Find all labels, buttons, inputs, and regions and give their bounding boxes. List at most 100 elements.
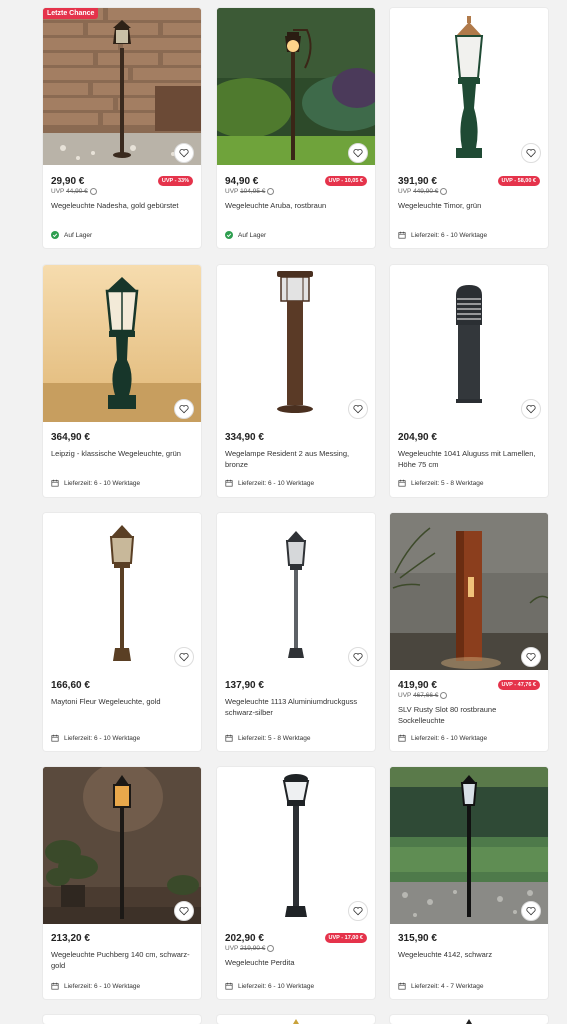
calendar-icon bbox=[225, 479, 233, 487]
product-image[interactable] bbox=[43, 265, 201, 422]
discount-badge: UVP - 17,00 € bbox=[324, 933, 367, 943]
heart-icon bbox=[179, 906, 189, 916]
product-card[interactable]: 334,90 € Wegelampe Resident 2 aus Messin… bbox=[217, 265, 375, 497]
product-image[interactable] bbox=[217, 513, 375, 670]
wishlist-button[interactable] bbox=[348, 647, 368, 667]
calendar-icon bbox=[398, 231, 406, 239]
product-title[interactable]: Wegeleuchte 1113 Aluminiumdruckguss schw… bbox=[225, 696, 367, 718]
product-title[interactable]: Wegeleuchte Perdita bbox=[225, 957, 367, 968]
heart-icon bbox=[353, 148, 363, 158]
product-title[interactable]: Wegeleuchte Nadesha, gold gebürstet bbox=[51, 200, 193, 211]
price: 204,90 € bbox=[398, 432, 437, 443]
product-image bbox=[466, 1019, 472, 1024]
product-card[interactable] bbox=[43, 1015, 201, 1024]
calendar-icon bbox=[51, 982, 59, 990]
calendar-icon bbox=[398, 734, 406, 742]
product-card[interactable]: 94,90 € UVP 104,95 € UVP - 10,05 € Wegel… bbox=[217, 8, 375, 248]
product-card[interactable] bbox=[390, 1015, 548, 1024]
availability: Auf Lager bbox=[225, 231, 266, 239]
product-image bbox=[293, 1019, 299, 1024]
availability: Lieferzeit: 4 - 7 Werktage bbox=[398, 982, 484, 990]
product-image[interactable] bbox=[390, 265, 548, 422]
product-card[interactable]: 137,90 € Wegeleuchte 1113 Aluminiumdruck… bbox=[217, 513, 375, 751]
heart-icon bbox=[353, 652, 363, 662]
heart-icon bbox=[179, 404, 189, 414]
heart-icon bbox=[526, 652, 536, 662]
info-icon[interactable] bbox=[89, 188, 97, 195]
uvp-price: UVP 219,90 € bbox=[225, 945, 367, 952]
info-icon[interactable] bbox=[267, 945, 275, 952]
product-title[interactable]: Leipzig - klassische Wegeleuchte, grün bbox=[51, 448, 193, 459]
product-image[interactable] bbox=[43, 767, 201, 924]
wishlist-button[interactable] bbox=[348, 143, 368, 163]
uvp-price: UVP 449,90 € bbox=[398, 188, 540, 195]
product-card[interactable]: Letzte Chance 29,90 € UVP 44,90 € UVP - … bbox=[43, 8, 201, 248]
price: 315,90 € bbox=[398, 933, 437, 944]
wishlist-button[interactable] bbox=[521, 647, 541, 667]
heart-icon bbox=[526, 404, 536, 414]
wishlist-button[interactable] bbox=[174, 901, 194, 921]
product-image[interactable] bbox=[390, 513, 548, 670]
calendar-icon bbox=[225, 982, 233, 990]
info-icon[interactable] bbox=[267, 188, 275, 195]
uvp-price: UVP 104,95 € bbox=[225, 188, 367, 195]
uvp-price: UVP 467,66 € bbox=[398, 692, 540, 699]
product-title[interactable]: Wegeleuchte Puchberg 140 cm, schwarz-gol… bbox=[51, 949, 193, 971]
price: 334,90 € bbox=[225, 432, 264, 443]
availability: Lieferzeit: 6 - 10 Werktage bbox=[225, 479, 314, 487]
product-card[interactable] bbox=[217, 1015, 375, 1024]
product-card[interactable]: 202,90 € UVP 219,90 € UVP - 17,00 € Wege… bbox=[217, 767, 375, 999]
product-image[interactable] bbox=[43, 8, 201, 165]
heart-icon bbox=[353, 404, 363, 414]
discount-badge: UVP - 47,76 € bbox=[497, 680, 540, 690]
availability: Lieferzeit: 6 - 10 Werktage bbox=[225, 982, 314, 990]
wishlist-button[interactable] bbox=[521, 399, 541, 419]
discount-badge: UVP - 58,00 € bbox=[497, 176, 540, 186]
wishlist-button[interactable] bbox=[174, 143, 194, 163]
heart-icon bbox=[526, 906, 536, 916]
price: 137,90 € bbox=[225, 680, 264, 691]
info-icon[interactable] bbox=[440, 692, 448, 699]
product-image[interactable] bbox=[217, 767, 375, 924]
product-title[interactable]: Wegelampe Resident 2 aus Messing, bronze bbox=[225, 448, 367, 470]
product-card[interactable]: 315,90 € Wegeleuchte 4142, schwarz Liefe… bbox=[390, 767, 548, 999]
wishlist-button[interactable] bbox=[521, 143, 541, 163]
product-image[interactable] bbox=[43, 513, 201, 670]
wishlist-button[interactable] bbox=[174, 399, 194, 419]
price: 166,60 € bbox=[51, 680, 90, 691]
wishlist-button[interactable] bbox=[348, 399, 368, 419]
calendar-icon bbox=[225, 734, 233, 742]
availability: Lieferzeit: 6 - 10 Werktage bbox=[398, 734, 487, 742]
availability: Lieferzeit: 6 - 10 Werktage bbox=[51, 734, 140, 742]
heart-icon bbox=[526, 148, 536, 158]
product-card[interactable]: 204,90 € Wegeleuchte 1041 Aluguss mit La… bbox=[390, 265, 548, 497]
availability: Lieferzeit: 5 - 8 Werktage bbox=[225, 734, 311, 742]
product-title[interactable]: Wegeleuchte Timor, grün bbox=[398, 200, 540, 211]
availability: Lieferzeit: 6 - 10 Werktage bbox=[51, 479, 140, 487]
product-card[interactable]: 391,90 € UVP 449,90 € UVP - 58,00 € Wege… bbox=[390, 8, 548, 248]
calendar-icon bbox=[398, 982, 406, 990]
product-card[interactable]: 419,90 € UVP 467,66 € UVP - 47,76 € SLV … bbox=[390, 513, 548, 751]
info-icon[interactable] bbox=[440, 188, 448, 195]
product-image[interactable] bbox=[217, 265, 375, 422]
product-card[interactable]: 364,90 € Leipzig - klassische Wegeleucht… bbox=[43, 265, 201, 497]
product-card[interactable]: 213,20 € Wegeleuchte Puchberg 140 cm, sc… bbox=[43, 767, 201, 999]
wishlist-button[interactable] bbox=[174, 647, 194, 667]
product-title[interactable]: Maytoni Fleur Wegeleuchte, gold bbox=[51, 696, 193, 707]
availability: Lieferzeit: 6 - 10 Werktage bbox=[398, 231, 487, 239]
price: 213,20 € bbox=[51, 933, 90, 944]
product-title[interactable]: Wegeleuchte 4142, schwarz bbox=[398, 949, 540, 960]
product-title[interactable]: Wegeleuchte 1041 Aluguss mit Lamellen, H… bbox=[398, 448, 540, 470]
discount-badge: UVP - 10,05 € bbox=[324, 176, 367, 186]
wishlist-button[interactable] bbox=[348, 901, 368, 921]
product-title[interactable]: SLV Rusty Slot 80 rostbraune Sockelleuch… bbox=[398, 704, 540, 726]
product-image[interactable] bbox=[217, 8, 375, 165]
product-image[interactable] bbox=[390, 767, 548, 924]
product-image[interactable] bbox=[390, 8, 548, 165]
product-title[interactable]: Wegeleuchte Aruba, rostbraun bbox=[225, 200, 367, 211]
availability: Lieferzeit: 6 - 10 Werktage bbox=[51, 982, 140, 990]
calendar-icon bbox=[51, 479, 59, 487]
product-card[interactable]: 166,60 € Maytoni Fleur Wegeleuchte, gold… bbox=[43, 513, 201, 751]
wishlist-button[interactable] bbox=[521, 901, 541, 921]
heart-icon bbox=[179, 652, 189, 662]
